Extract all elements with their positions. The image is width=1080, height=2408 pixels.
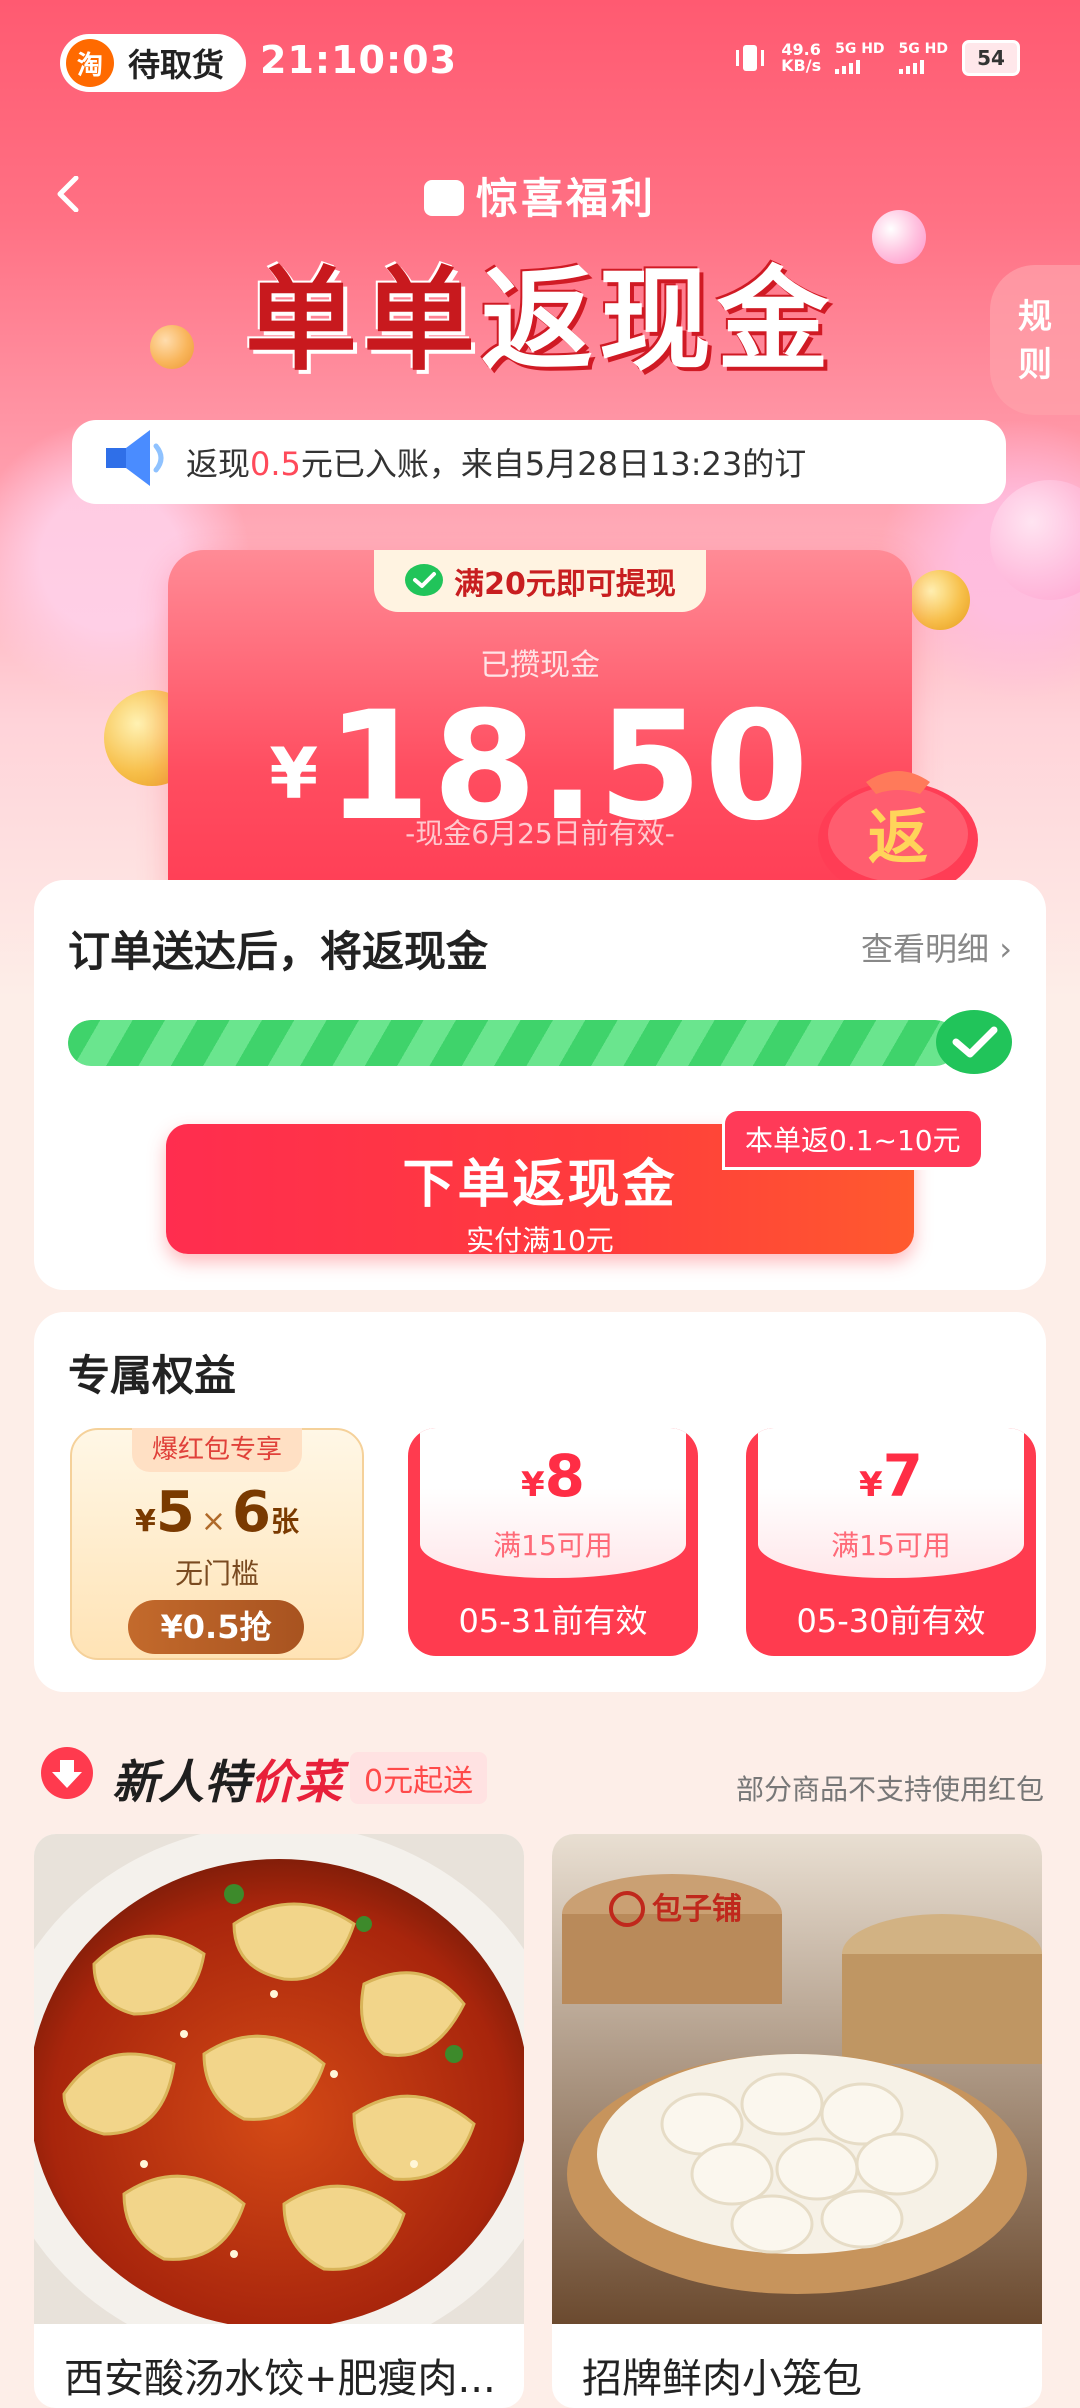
- coupon-amount: ¥7: [858, 1442, 924, 1510]
- grab-coupon-button[interactable]: ¥0.5抢: [128, 1600, 304, 1654]
- product-card[interactable]: 包子铺 招牌鲜肉小笼包: [552, 1834, 1042, 2408]
- progress-track: [68, 1020, 958, 1066]
- exclusive-benefits-card: 专属权益 爆红包专享 ¥5 × 6张 无门槛 ¥0.5抢 ¥8 满15可用 05-3…: [34, 1312, 1046, 1692]
- view-details-link[interactable]: 查看明细 ›: [861, 924, 1012, 970]
- svg-text:返: 返: [868, 803, 928, 873]
- cashback-progress-card: 订单送达后，将返现金 查看明细 › 下单返现金 实付满10元 本单返0.1~10…: [34, 880, 1046, 1290]
- cash-expiry: -现金6月25日前有效-: [405, 817, 675, 850]
- product-name: 招牌鲜肉小笼包: [582, 2356, 862, 2402]
- product-card[interactable]: 西安酸汤水饺+肥瘦肉...: [34, 1834, 524, 2408]
- system-icons: 49.6 KB/s 5G HD 5G HD 54: [733, 40, 1020, 76]
- megaphone-icon: [106, 430, 164, 486]
- signal-2: 5G HD: [898, 42, 948, 74]
- signal-bars-icon: [898, 58, 948, 74]
- cash-balance-card: 满20元即可提现 已攒现金 ¥18.50 -现金6月25日前有效-: [168, 550, 912, 920]
- coupon-pack-count: ¥5 × 6张: [135, 1480, 299, 1545]
- free-delivery-badge: 0元起送: [350, 1752, 488, 1804]
- page-title: 单单返现金: [245, 256, 835, 386]
- battery-icon: 54: [962, 40, 1020, 76]
- steamed-buns-image: 包子铺: [552, 1834, 1042, 2324]
- notice-text: 返现0.5元已入账，来自5月28日13:23的订: [186, 445, 807, 483]
- down-arrow-badge-icon: [41, 1747, 93, 1799]
- benefits-title: 专属权益: [68, 1351, 237, 1400]
- vibrate-icon: [736, 45, 765, 71]
- cashback-notice[interactable]: 返现0.5元已入账，来自5月28日13:23的订: [72, 420, 1006, 504]
- wechat-check-icon: [405, 564, 444, 596]
- coupon-validity: 05-31前有效: [458, 1602, 648, 1640]
- clock: 21:10:03: [260, 38, 458, 82]
- money-bag-icon: 返: [818, 771, 978, 898]
- brand-title: 惊喜福利: [0, 165, 1080, 226]
- pickup-pill[interactable]: 淘 待取货: [60, 34, 247, 92]
- coin-decoration: [910, 570, 970, 630]
- new-user-section-title: 新人特价菜: [112, 1755, 342, 1809]
- coupon-card[interactable]: ¥7 满15可用 05-30前有效: [746, 1428, 1036, 1656]
- signal-bars-icon: [835, 58, 884, 74]
- coupon-validity: 05-30前有效: [796, 1602, 986, 1640]
- status-bar: 淘 待取货 21:10:03 49.6 KB/s 5G HD 5G HD 54: [0, 0, 1080, 130]
- pickup-text: 待取货: [128, 46, 225, 84]
- coupon-disclaimer: 部分商品不支持使用红包: [735, 1773, 1044, 1806]
- brand-logo-text: 包子铺: [652, 1892, 742, 1927]
- signal-1: 5G HD: [835, 42, 885, 74]
- rules-button[interactable]: 规则: [990, 265, 1080, 415]
- coupon-pack-tag: 爆红包专享: [132, 1428, 302, 1472]
- withdraw-threshold-tag: 满20元即可提现: [374, 550, 706, 612]
- coupon-amount: ¥8: [520, 1442, 586, 1510]
- coupon-pack-note: 无门槛: [174, 1557, 259, 1590]
- wechat-check-icon: [936, 1010, 1012, 1074]
- cashback-range-badge: 本单返0.1~10元: [722, 1108, 984, 1170]
- progress-title: 订单送达后，将返现金: [68, 927, 489, 976]
- coupon-condition: 满15可用: [493, 1529, 613, 1562]
- product-name: 西安酸汤水饺+肥瘦肉...: [64, 2356, 496, 2402]
- cash-label: 已攒现金: [480, 648, 600, 683]
- gift-icon: [423, 179, 464, 216]
- progress-fill: [68, 1020, 958, 1066]
- net-speed: 49.6 KB/s: [781, 40, 822, 75]
- special-coupon-pack[interactable]: 爆红包专享 ¥5 × 6张 无门槛 ¥0.5抢: [70, 1428, 364, 1660]
- coupon-card[interactable]: ¥8 满15可用 05-31前有效: [408, 1428, 698, 1656]
- dumplings-image: [34, 1834, 524, 2324]
- coupon-condition: 满15可用: [831, 1529, 951, 1562]
- taobao-icon: 淘: [66, 39, 114, 87]
